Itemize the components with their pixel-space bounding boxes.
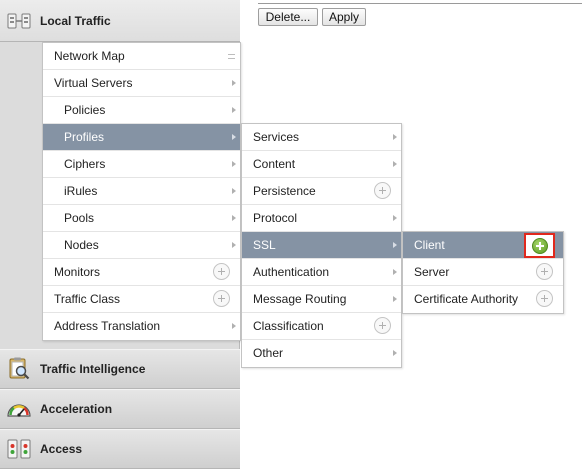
- menu-item-label: Server: [414, 265, 450, 279]
- menu-item-label: Network Map: [54, 49, 125, 63]
- add-icon[interactable]: [536, 263, 553, 280]
- menu-item-irules[interactable]: iRules: [43, 178, 240, 205]
- add-icon[interactable]: [374, 182, 391, 199]
- delete-button[interactable]: Delete...: [258, 8, 318, 26]
- menu-item-label: Message Routing: [253, 292, 347, 306]
- menu-item-client[interactable]: Client: [403, 232, 563, 259]
- menu-item-label: Monitors: [54, 265, 101, 279]
- menu-item-services[interactable]: Services: [242, 124, 401, 151]
- menu-item-label: Virtual Servers: [54, 76, 133, 90]
- submenu-arrow-icon: [232, 215, 236, 221]
- menu-item-traffic-class[interactable]: Traffic Class: [43, 286, 240, 313]
- local-traffic-menu: Network Map Virtual Servers Policies Pro…: [42, 42, 241, 341]
- submenu-arrow-icon: [232, 161, 236, 167]
- menu-item-label: Protocol: [253, 211, 298, 225]
- section-label: Access: [40, 442, 83, 456]
- menu-item-label: Other: [253, 346, 284, 360]
- menu-item-pools[interactable]: Pools: [43, 205, 240, 232]
- menu-item-label: Profiles: [64, 130, 105, 144]
- submenu-arrow-icon: [232, 134, 236, 140]
- menu-item-nodes[interactable]: Nodes: [43, 232, 240, 259]
- menu-item-label: Policies: [64, 103, 106, 117]
- menu-item-label: Classification: [253, 319, 324, 333]
- add-icon[interactable]: [213, 263, 230, 280]
- submenu-arrow-icon: [393, 350, 397, 356]
- local-traffic-icon: [6, 9, 32, 33]
- menu-item-classification[interactable]: Classification: [242, 313, 401, 340]
- section-label: Traffic Intelligence: [40, 362, 146, 376]
- menu-item-label: Content: [253, 157, 296, 171]
- section-label: Acceleration: [40, 402, 113, 416]
- menu-item-label: Authentication: [253, 265, 330, 279]
- menu-item-virtual-servers[interactable]: Virtual Servers: [43, 70, 240, 97]
- add-icon[interactable]: [213, 290, 230, 307]
- menu-item-label: iRules: [64, 184, 98, 198]
- menu-item-policies[interactable]: Policies: [43, 97, 240, 124]
- menu-item-label: Ciphers: [64, 157, 106, 171]
- menu-item-monitors[interactable]: Monitors: [43, 259, 240, 286]
- menu-item-server[interactable]: Server: [403, 259, 563, 286]
- menu-item-content[interactable]: Content: [242, 151, 401, 178]
- menu-item-label: SSL: [253, 238, 276, 252]
- menu-item-label: Traffic Class: [54, 292, 121, 306]
- section-acceleration[interactable]: Acceleration: [0, 389, 240, 429]
- menu-item-ciphers[interactable]: Ciphers: [43, 151, 240, 178]
- menu-item-address-translation[interactable]: Address Translation: [43, 313, 240, 340]
- menu-item-label: Pools: [64, 211, 95, 225]
- menu-item-label: Services: [253, 130, 300, 144]
- section-traffic-intelligence[interactable]: Traffic Intelligence: [0, 349, 240, 389]
- submenu-arrow-icon: [232, 323, 236, 329]
- submenu-arrow-icon: [232, 107, 236, 113]
- menu-item-ssl[interactable]: SSL: [242, 232, 401, 259]
- add-icon[interactable]: [374, 317, 391, 334]
- clipboard-magnifier-icon: [6, 357, 32, 381]
- section-local-traffic[interactable]: Local Traffic: [0, 0, 240, 42]
- ssl-menu: Client Server Certificate Authority: [402, 231, 564, 314]
- speedometer-icon: [6, 397, 32, 421]
- menu-item-profiles[interactable]: Profiles: [43, 124, 240, 151]
- add-icon[interactable]: [536, 290, 553, 307]
- submenu-arrow-icon: [393, 134, 397, 140]
- submenu-arrow-icon: [393, 215, 397, 221]
- menu-item-label: Client: [414, 238, 445, 252]
- submenu-arrow-icon: [393, 161, 397, 167]
- highlight-box: [524, 233, 555, 258]
- section-access[interactable]: Access: [0, 429, 240, 469]
- menu-item-network-map[interactable]: Network Map: [43, 43, 240, 70]
- menu-item-certificate-authority[interactable]: Certificate Authority: [403, 286, 563, 313]
- map-icon: [228, 54, 235, 59]
- menu-item-authentication[interactable]: Authentication: [242, 259, 401, 286]
- menu-item-protocol[interactable]: Protocol: [242, 205, 401, 232]
- profiles-menu: Services Content Persistence Protocol SS…: [241, 123, 402, 368]
- add-client-icon[interactable]: [531, 237, 548, 254]
- submenu-arrow-icon: [232, 80, 236, 86]
- submenu-arrow-icon: [393, 296, 397, 302]
- submenu-arrow-icon: [393, 269, 397, 275]
- menu-item-label: Persistence: [253, 184, 316, 198]
- apply-button[interactable]: Apply: [322, 8, 366, 26]
- menu-item-label: Certificate Authority: [414, 292, 519, 306]
- menu-item-label: Nodes: [64, 238, 99, 252]
- submenu-arrow-icon: [232, 188, 236, 194]
- menu-item-other[interactable]: Other: [242, 340, 401, 367]
- access-icon: [6, 437, 32, 461]
- submenu-arrow-icon: [393, 242, 397, 248]
- content-divider: [258, 0, 582, 4]
- submenu-arrow-icon: [232, 242, 236, 248]
- menu-item-message-routing[interactable]: Message Routing: [242, 286, 401, 313]
- menu-item-label: Address Translation: [54, 319, 161, 333]
- section-label: Local Traffic: [40, 13, 111, 28]
- menu-item-persistence[interactable]: Persistence: [242, 178, 401, 205]
